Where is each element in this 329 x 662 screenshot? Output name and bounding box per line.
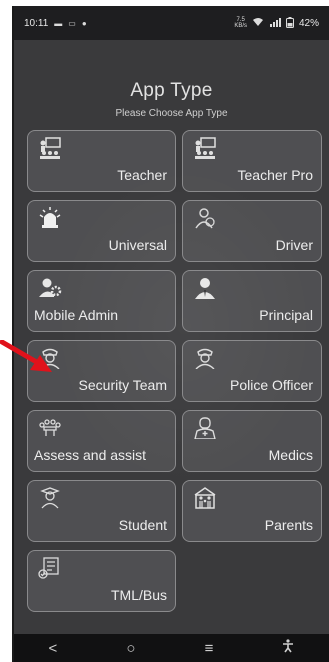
tile-driver[interactable]: Driver	[182, 200, 322, 262]
app-type-grid: Teacher Teacher Pro Universal Driver Mob…	[27, 130, 323, 612]
tile-tml-bus[interactable]: TML/Bus	[27, 550, 176, 612]
tile-label: Universal	[108, 237, 167, 253]
page-title: App Type	[130, 80, 213, 101]
student-icon	[38, 487, 62, 509]
alarm-light-icon	[38, 207, 62, 229]
tile-label: Medics	[268, 447, 313, 463]
phone-screen: 10:11 ▬ ▭ ● 7.5 KB/s 42% App Type Please …	[12, 6, 329, 662]
tile-label: Mobile Admin	[34, 307, 119, 323]
page-header: App Type Please Choose App Type	[14, 80, 329, 119]
tile-police-officer[interactable]: Police Officer	[182, 340, 322, 402]
tile-student[interactable]: Student	[27, 480, 176, 542]
principal-icon	[193, 277, 217, 299]
location-icon: ●	[81, 18, 87, 28]
home-button[interactable]: ○	[126, 640, 135, 657]
admin-gear-icon	[38, 277, 62, 299]
teacher-icon	[38, 137, 62, 159]
tile-label: Parents	[264, 517, 313, 533]
signal-icon	[269, 17, 281, 29]
doctor-icon	[193, 417, 217, 440]
tile-label: Principal	[259, 307, 313, 323]
status-bar: 10:11 ▬ ▭ ● 7.5 KB/s 42%	[14, 6, 329, 40]
police-officer-icon	[193, 347, 217, 370]
driver-icon	[193, 207, 217, 229]
tile-label: TML/Bus	[110, 587, 167, 603]
annotation-arrow-icon	[0, 340, 52, 372]
tile-teacher[interactable]: Teacher	[27, 130, 176, 192]
tile-label: Security Team	[78, 377, 167, 393]
tile-mobile-admin[interactable]: Mobile Admin	[27, 270, 176, 332]
tile-label: Teacher	[117, 167, 167, 183]
tile-label: Teacher Pro	[237, 167, 313, 183]
battery-percent: 42%	[298, 17, 319, 29]
wifi-icon	[252, 17, 264, 29]
accessibility-icon[interactable]	[282, 639, 294, 657]
tile-teacher-pro[interactable]: Teacher Pro	[182, 130, 322, 192]
tile-medics[interactable]: Medics	[182, 410, 322, 472]
battery-icon	[285, 16, 294, 30]
meeting-icon	[38, 417, 62, 439]
status-time: 10:11	[24, 17, 49, 29]
tile-principal[interactable]: Principal	[182, 270, 322, 332]
tile-label: Assess and assist	[34, 447, 147, 463]
network-speed: 7.5 KB/s	[234, 17, 247, 29]
checklist-icon	[38, 557, 62, 579]
back-button[interactable]: <	[49, 640, 58, 657]
system-nav-bar: < ○ ≡	[14, 634, 329, 662]
tile-label: Driver	[275, 237, 313, 253]
page-subtitle: Please Choose App Type	[115, 108, 228, 119]
notification-icon: ▭	[68, 18, 76, 28]
tile-universal[interactable]: Universal	[27, 200, 176, 262]
recents-button[interactable]: ≡	[205, 640, 214, 657]
tile-label: Police Officer	[230, 377, 313, 393]
family-icon	[193, 487, 217, 509]
teacher-icon	[193, 137, 217, 159]
tile-assess-and-assist[interactable]: Assess and assist	[27, 410, 176, 472]
tile-label: Student	[118, 517, 167, 533]
tile-parents[interactable]: Parents	[182, 480, 322, 542]
message-icon: ▬	[54, 18, 63, 28]
